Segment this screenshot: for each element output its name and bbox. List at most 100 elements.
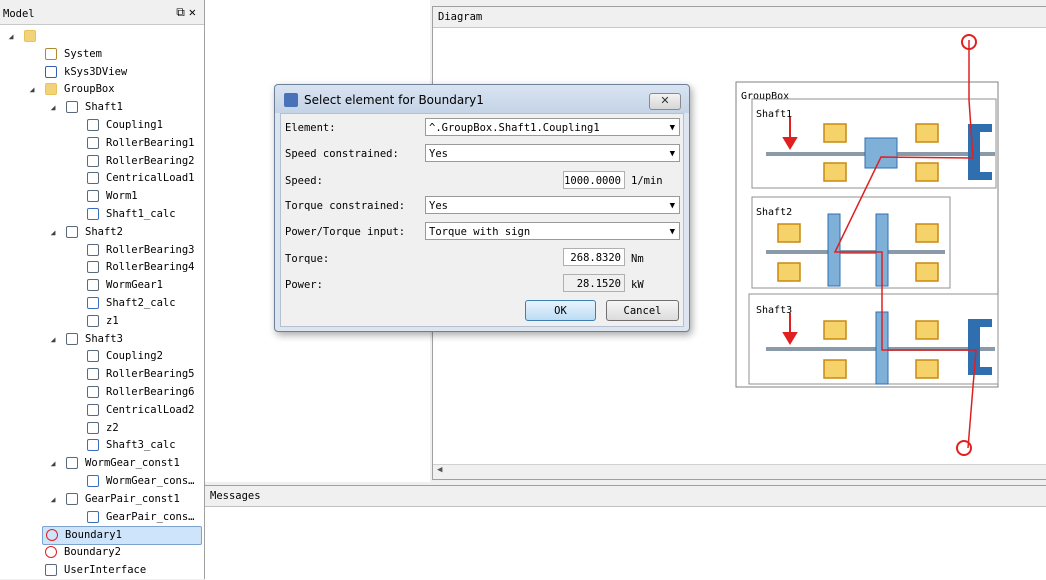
tree-item-label: kSys3DView <box>64 65 128 78</box>
tree-item-label: Coupling1 <box>106 119 163 131</box>
system-gears-icon <box>45 47 57 60</box>
constraint-icon <box>66 457 78 470</box>
tree-item-label: RollerBearing5 <box>106 368 195 381</box>
tree-expander-icon[interactable]: ◢ <box>48 224 58 241</box>
tree-item-label: UserInterface <box>64 564 147 576</box>
tree-item-label: Shaft1_calc <box>106 208 176 220</box>
bearing-icon <box>87 261 99 274</box>
shaft1-label: Shaft1 <box>756 109 792 120</box>
power-unit: kW <box>631 279 644 291</box>
calc-icon <box>87 297 99 309</box>
groupbox-label: GroupBox <box>741 91 789 102</box>
tree-item-label: z2 <box>106 421 119 434</box>
tree-item-label: WormGear_const1 <box>85 457 180 470</box>
dialog-app-icon <box>284 93 298 107</box>
chevron-down-icon: ▼ <box>669 149 675 159</box>
tree-item-label: z1 <box>106 314 119 327</box>
calc-icon <box>87 439 99 452</box>
tree-item-label: Boundary2 <box>64 546 121 559</box>
tree-item-label: System <box>64 47 102 60</box>
worm-icon <box>864 137 898 169</box>
tree-expander-icon[interactable]: ◢ <box>48 331 58 348</box>
constraint-icon <box>66 492 78 505</box>
boundary2-icon[interactable] <box>956 440 972 456</box>
tree-expander-icon[interactable]: ◢ <box>27 81 37 98</box>
folder-icon <box>45 83 57 96</box>
ok-button[interactable]: OK <box>525 300 596 321</box>
speed-constrained-label: Speed constrained: <box>285 148 399 160</box>
model-panel-title: Model <box>3 8 35 20</box>
tree-item-label: Shaft2 <box>85 225 123 238</box>
panel-float-close-icons[interactable]: ⧉✕ <box>176 5 200 20</box>
boundary-icon <box>46 529 58 542</box>
element-select[interactable]: ^.GroupBox.Shaft1.Coupling1 ▼ <box>425 118 680 136</box>
diagram-header: Diagram <box>433 7 1046 28</box>
messages-header: Messages <box>205 486 1046 507</box>
calc-icon <box>87 208 99 220</box>
bearing-icon <box>87 243 99 256</box>
element-label: Element: <box>285 122 336 134</box>
worm-icon <box>87 190 99 203</box>
shaft2-label: Shaft2 <box>756 207 792 218</box>
load-icon <box>87 172 99 185</box>
tree-item-label: RollerBearing1 <box>106 136 195 149</box>
speed-constrained-select[interactable]: Yes ▼ <box>425 144 680 162</box>
tree-item-label: WormGear1 <box>106 279 163 292</box>
tree-item-label: RollerBearing3 <box>106 243 195 256</box>
gear-icon <box>87 421 99 434</box>
scroll-left-icon[interactable]: ◀ <box>437 465 442 475</box>
bearing-icon <box>87 154 99 167</box>
messages-body <box>205 507 1046 580</box>
dialog-body: Element: ^.GroupBox.Shaft1.Coupling1 ▼ Sp… <box>280 113 684 327</box>
tree-expander-icon[interactable]: ◢ <box>48 99 58 116</box>
bearing-icon <box>87 368 99 381</box>
chevron-down-icon: ▼ <box>669 201 675 211</box>
3d-view-icon <box>45 65 57 78</box>
tree-item-label: GroupBox <box>64 83 115 96</box>
model-panel: Model ⧉✕ ◢ System kSys3DView ◢ GroupBox ◢ Shaf… <box>0 0 205 579</box>
tree-item-label: Shaft2_calc <box>106 297 176 309</box>
gear-icon <box>87 314 99 327</box>
power-torque-input-select[interactable]: Torque with sign ▼ <box>425 222 680 240</box>
model-panel-header: Model ⧉✕ <box>0 0 204 25</box>
tree-item-label: RollerBearing6 <box>106 386 195 398</box>
shaft-icon <box>66 101 78 114</box>
load-icon <box>87 403 99 416</box>
diagram-hscrollbar[interactable]: ◀ <box>433 464 1046 479</box>
cancel-button[interactable]: Cancel <box>606 300 679 321</box>
messages-title: Messages <box>210 490 261 502</box>
shaft3-label: Shaft3 <box>756 305 792 316</box>
tree-item-label: Boundary1 <box>65 529 122 542</box>
dialog-close-button[interactable]: ✕ <box>649 93 681 110</box>
tree-item-label: Shaft3 <box>85 332 123 345</box>
torque-label: Torque: <box>285 253 330 265</box>
power-output: 28.1520 <box>563 274 625 292</box>
tree-expander-icon[interactable]: ◢ <box>6 28 16 45</box>
tree-item-label: RollerBearing2 <box>106 154 195 167</box>
ui-icon <box>45 564 57 576</box>
groupbox-frame <box>735 81 999 388</box>
coupling-icon <box>87 119 99 131</box>
tree-item-label: GearPair_const1 <box>85 492 180 505</box>
coupling-icon <box>87 350 99 363</box>
torque-input[interactable]: 268.8320 <box>563 248 625 266</box>
speed-constrained-value: Yes <box>429 148 448 160</box>
dialog-title: Select element for Boundary1 <box>304 93 484 107</box>
wormgear-icon <box>827 213 841 287</box>
chevron-down-icon: ▼ <box>669 227 675 237</box>
select-element-dialog: Select element for Boundary1 ✕ Element: … <box>274 84 690 332</box>
bearing-icon <box>87 136 99 149</box>
power-label: Power: <box>285 279 323 291</box>
messages-panel: Messages <box>205 485 1046 580</box>
boundary-icon <box>45 546 57 559</box>
shaft-icon <box>66 225 78 238</box>
tree-expander-icon[interactable]: ◢ <box>48 455 58 472</box>
speed-input[interactable]: 1000.0000 <box>563 171 625 189</box>
tree-expander-icon[interactable]: ◢ <box>48 491 58 508</box>
diagram-title: Diagram <box>438 11 483 23</box>
tree-item[interactable]: Boundary1 <box>42 526 202 546</box>
torque-constrained-select[interactable]: Yes ▼ <box>425 196 680 214</box>
power-torque-input-label: Power/Torque input: <box>285 226 406 238</box>
dialog-titlebar[interactable]: Select element for Boundary1 ✕ <box>275 85 689 113</box>
shaft-icon <box>66 332 78 345</box>
